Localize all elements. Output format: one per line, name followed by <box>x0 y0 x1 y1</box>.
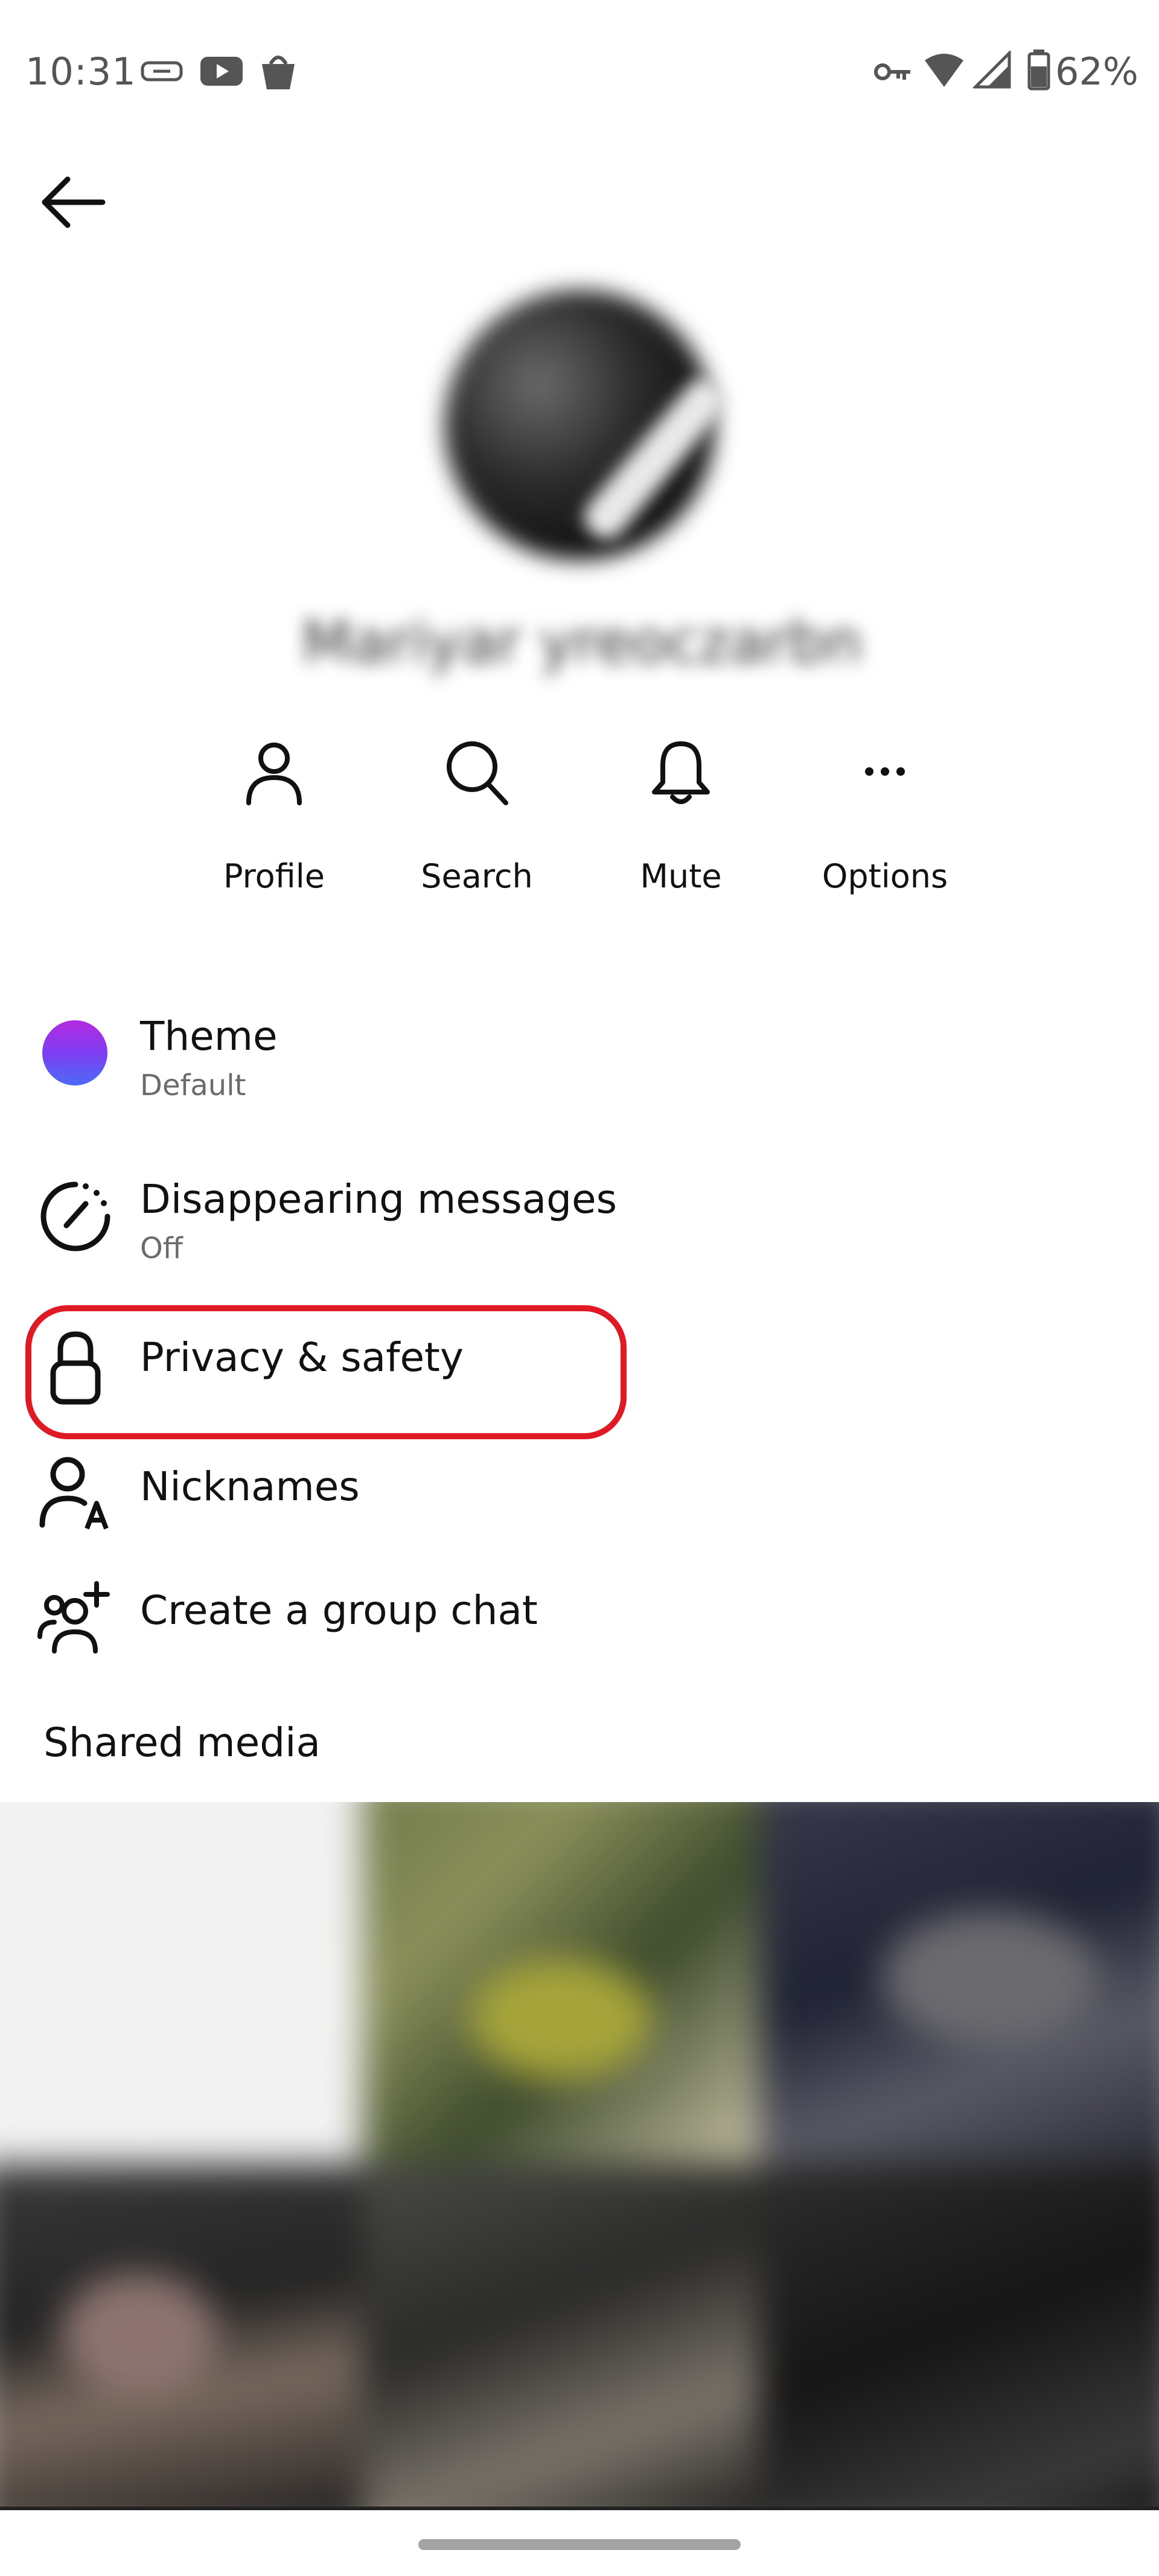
mute-label: Mute <box>640 857 722 895</box>
more-icon <box>865 767 905 776</box>
wifi-icon <box>925 54 963 87</box>
media-thumb[interactable] <box>362 2164 761 2508</box>
battery-icon <box>1027 50 1050 91</box>
shared-media-grid[interactable] <box>0 1802 1159 2508</box>
nicknames-title: Nicknames <box>140 1463 360 1510</box>
vpn-key-icon <box>874 63 910 80</box>
highlight-outline <box>25 1305 627 1439</box>
disappearing-subtitle: Off <box>140 1232 183 1265</box>
mute-button[interactable]: Mute <box>602 737 759 895</box>
create-group-row[interactable]: Create a group chat <box>0 1573 1159 1669</box>
link-icon <box>141 61 183 81</box>
media-detail <box>60 2273 217 2394</box>
person-icon <box>246 743 302 805</box>
search-icon <box>447 741 508 805</box>
media-detail <box>471 1959 652 2080</box>
profile-name: Mariyar yreoczarbn <box>302 609 863 676</box>
youtube-icon <box>200 57 243 86</box>
person-nickname-icon <box>39 1457 109 1530</box>
disappearing-title: Disappearing messages <box>140 1176 618 1222</box>
back-button[interactable] <box>36 172 109 232</box>
status-bar: 10:31 62% <box>0 0 1159 145</box>
bell-icon <box>652 741 710 804</box>
profile-label: Profile <box>223 857 325 895</box>
shopping-bag-icon <box>262 56 295 89</box>
theme-title: Theme <box>140 1013 278 1059</box>
signal-icon <box>973 51 1011 89</box>
theme-color-icon <box>42 1020 107 1085</box>
timer-icon <box>40 1181 110 1251</box>
options-button[interactable]: Options <box>806 737 963 895</box>
arrow-left-icon <box>42 176 106 228</box>
nicknames-row[interactable]: Nicknames <box>0 1449 1159 1545</box>
profile-button[interactable]: Profile <box>196 737 353 895</box>
theme-row[interactable]: Theme Default <box>0 1002 1159 1117</box>
media-thumb[interactable] <box>0 1802 362 2164</box>
media-thumb[interactable] <box>761 2164 1159 2508</box>
create-group-title: Create a group chat <box>140 1587 538 1634</box>
options-label: Options <box>822 857 948 895</box>
status-time: 10:31 <box>25 50 136 94</box>
search-button[interactable]: Search <box>398 737 555 895</box>
group-add-icon <box>37 1581 110 1654</box>
disappearing-messages-row[interactable]: Disappearing messages Off <box>0 1165 1159 1280</box>
media-divider <box>0 2507 1159 2510</box>
theme-subtitle: Default <box>140 1069 246 1102</box>
media-detail <box>881 1911 1099 2044</box>
home-indicator[interactable] <box>418 2539 741 2550</box>
battery-percent: 62% <box>1055 50 1138 94</box>
shared-media-heading: Shared media <box>43 1719 321 1766</box>
search-label: Search <box>421 857 533 895</box>
